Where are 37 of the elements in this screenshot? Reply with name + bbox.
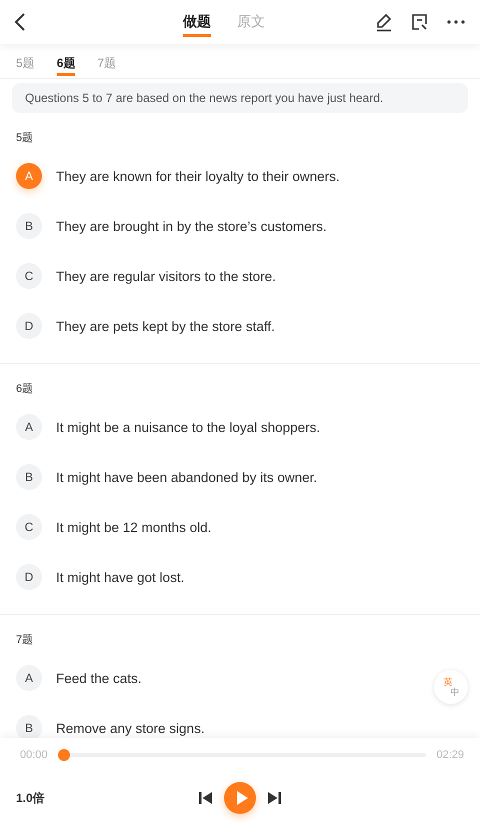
- progress-thumb[interactable]: [58, 749, 70, 761]
- header-tab[interactable]: 做题: [183, 13, 211, 37]
- option-letter[interactable]: A: [16, 414, 42, 440]
- question-number: 6题: [16, 382, 34, 396]
- option-text[interactable]: Remove any store signs.: [56, 720, 205, 736]
- option-letter[interactable]: C: [16, 263, 42, 289]
- question-number: 5题: [16, 130, 34, 144]
- total-time: 02:29: [436, 749, 464, 761]
- option-text[interactable]: They are regular visitors to the store.: [56, 268, 276, 284]
- question-tab[interactable]: 6题: [56, 50, 76, 76]
- speed-button[interactable]: 1.0倍: [16, 790, 45, 806]
- option-letter[interactable]: A: [16, 665, 42, 691]
- back-icon[interactable]: [14, 12, 26, 32]
- play-icon: [234, 790, 248, 806]
- option-letter[interactable]: B: [16, 213, 42, 239]
- progress-slider[interactable]: [58, 749, 426, 761]
- option-letter[interactable]: D: [16, 564, 42, 590]
- option-letter[interactable]: D: [16, 313, 42, 339]
- option-letter[interactable]: B: [16, 464, 42, 490]
- option-text[interactable]: It might have been abandoned by its owner.: [56, 470, 318, 484]
- instruction-text: Questions 5 to 7 are based on the news report you have just heard.: [12, 83, 468, 113]
- next-icon[interactable]: [266, 790, 282, 806]
- option-text[interactable]: Feed the cats.: [56, 670, 142, 686]
- option-letter[interactable]: C: [16, 514, 42, 540]
- previous-icon[interactable]: [198, 790, 214, 806]
- option-text[interactable]: They are pets kept by the store staff.: [56, 318, 275, 334]
- more-icon[interactable]: [446, 19, 466, 25]
- option-text[interactable]: It might be 12 months old.: [56, 520, 212, 534]
- play-button[interactable]: [224, 782, 256, 814]
- option-text[interactable]: It might have got lost.: [56, 570, 184, 584]
- option-text[interactable]: They are known for their loyalty to their owners.: [56, 168, 340, 184]
- elapsed-time: 00:00: [20, 749, 48, 761]
- pencil-icon[interactable]: [374, 12, 394, 32]
- option-text[interactable]: They are brought in by the store’s customers.: [56, 218, 327, 234]
- option-text[interactable]: It might be a nuisance to the loyal shoppers.: [56, 420, 320, 434]
- question-number: 7题: [16, 632, 34, 646]
- note-icon[interactable]: [410, 12, 430, 32]
